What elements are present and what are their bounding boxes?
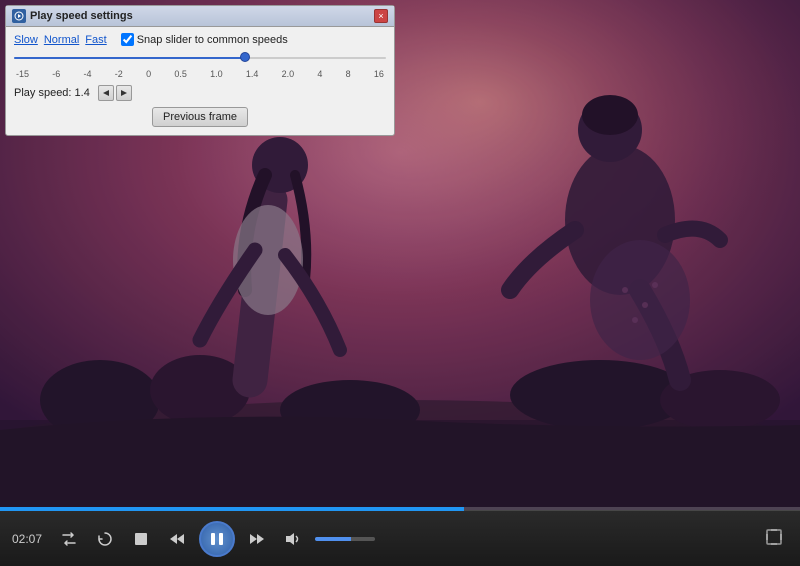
- prev-frame-button[interactable]: Previous frame: [152, 107, 248, 127]
- fullscreen-button[interactable]: [760, 525, 788, 553]
- snap-label: Snap slider to common speeds: [137, 34, 288, 46]
- volume-button[interactable]: [279, 525, 307, 553]
- normal-preset-button[interactable]: Normal: [44, 34, 79, 46]
- speed-step-buttons: [98, 85, 132, 101]
- panel-titlebar[interactable]: Play speed settings ×: [6, 6, 394, 27]
- fast-preset-button[interactable]: Fast: [85, 34, 106, 46]
- play-pause-button[interactable]: [199, 521, 235, 557]
- speed-decrease-button[interactable]: [98, 85, 114, 101]
- slow-preset-button[interactable]: Slow: [14, 34, 38, 46]
- time-display: 02:07: [12, 532, 47, 546]
- stop-button[interactable]: [127, 525, 155, 553]
- panel-icon: [12, 9, 26, 23]
- speed-slider-container[interactable]: [14, 51, 386, 65]
- snap-checkbox[interactable]: [121, 33, 134, 46]
- controls-bar: 02:07: [0, 511, 800, 566]
- panel-close-button[interactable]: ×: [374, 9, 388, 23]
- play-speed-label: Play speed: 1.4: [14, 87, 90, 99]
- panel-body: Slow Normal Fast Snap slider to common s…: [6, 27, 394, 135]
- volume-slider[interactable]: [315, 537, 375, 541]
- repeat-button[interactable]: [55, 525, 83, 553]
- panel-title: Play speed settings: [30, 10, 370, 22]
- play-speed-row: Play speed: 1.4: [14, 85, 386, 101]
- speed-increase-button[interactable]: [116, 85, 132, 101]
- speed-settings-panel: Play speed settings × Slow Normal Fast S…: [5, 5, 395, 136]
- rewind-button[interactable]: [163, 525, 191, 553]
- loop-button[interactable]: [91, 525, 119, 553]
- speed-slider-thumb[interactable]: [240, 52, 250, 62]
- forward-button[interactable]: [243, 525, 271, 553]
